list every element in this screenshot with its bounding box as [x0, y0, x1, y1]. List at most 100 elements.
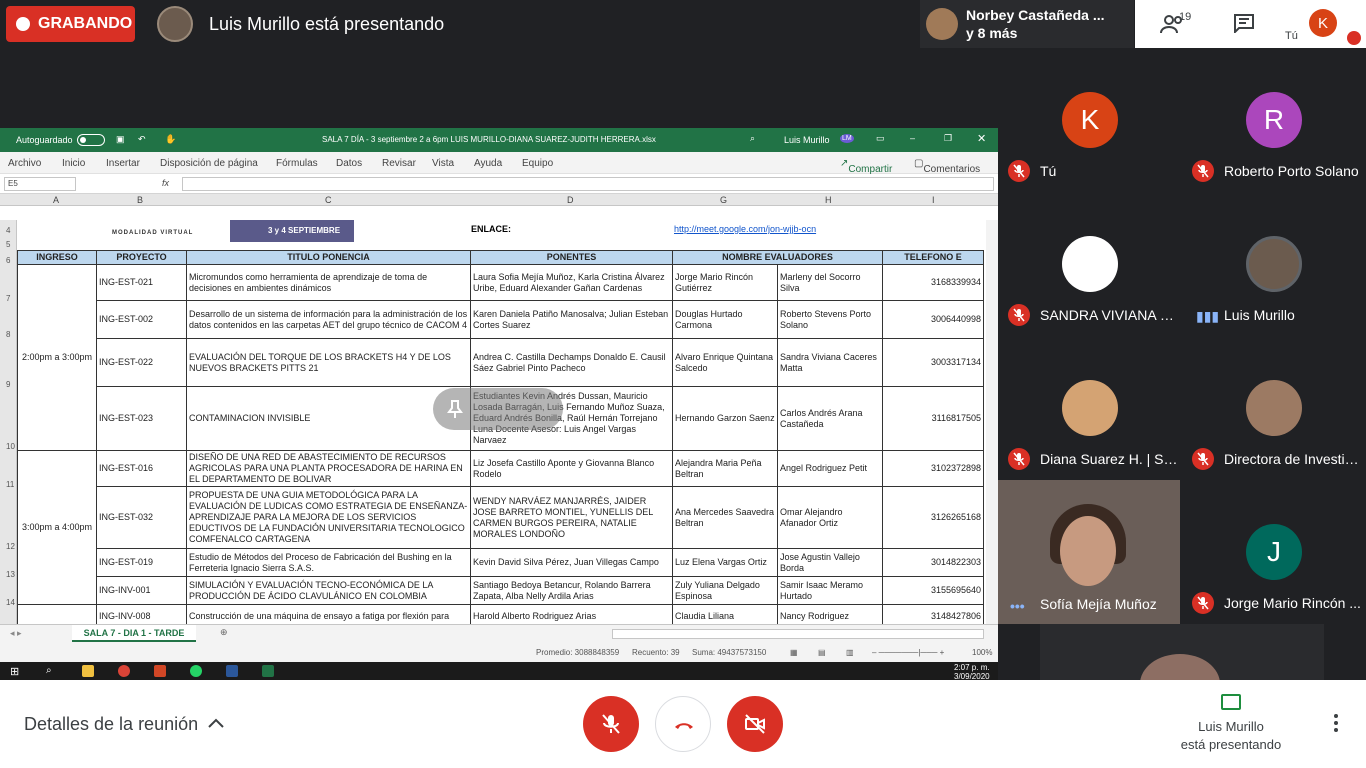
search-icon[interactable]: ⌕ [750, 133, 755, 144]
participant-avatar [1062, 380, 1118, 436]
participant-count: 19 [1179, 11, 1192, 23]
file-explorer-icon[interactable] [82, 665, 94, 677]
maximize-icon[interactable]: ❐ [944, 133, 952, 144]
table-row[interactable]: ING-INV-001 SIMULACIÓN Y EVALUACIÓN TECN… [18, 576, 984, 605]
row-number: 13 [6, 570, 15, 579]
word-icon[interactable] [226, 665, 238, 677]
menu-revisar[interactable]: Revisar [382, 158, 416, 169]
row-number: 10 [6, 442, 15, 451]
table-row[interactable]: ING-INV-008 Construcción de una máquina … [17, 604, 984, 624]
touch-icon[interactable]: ✋ [165, 134, 176, 145]
search-icon[interactable]: ⌕ [46, 665, 58, 677]
participant-tile[interactable]: J Jorge Mario Rincón ... [1182, 480, 1366, 624]
leave-call-button[interactable] [655, 696, 711, 752]
menu-equipo[interactable]: Equipo [522, 158, 553, 169]
add-sheet-icon[interactable]: ⊕ [220, 627, 228, 638]
table-row[interactable]: 2:00pm a 3:00pm ING-EST-021 Micromundos … [17, 264, 984, 451]
other-participants-strip[interactable]: Norbey Castañeda ... y 8 más [920, 0, 1134, 48]
camera-toggle-button[interactable] [727, 696, 783, 752]
excel-icon[interactable] [262, 665, 274, 677]
menu-formulas[interactable]: Fórmulas [276, 158, 318, 169]
col-h[interactable]: H [825, 195, 832, 205]
menu-disposicion[interactable]: Disposición de página [160, 158, 258, 169]
participant-tile[interactable]: Directora de Investig... [1182, 336, 1366, 480]
powerpoint-icon[interactable] [154, 665, 166, 677]
horizontal-scrollbar[interactable] [612, 629, 984, 639]
menu-datos[interactable]: Datos [336, 158, 362, 169]
pin-overlay-button[interactable] [433, 388, 563, 430]
table-header-row: INGRESO PROYECTO TITULO PONENCIA PONENTE… [17, 250, 984, 265]
participant-video-tile[interactable] [1040, 624, 1324, 680]
undo-icon[interactable]: ↶ [138, 134, 146, 145]
menu-vista[interactable]: Vista [432, 158, 454, 169]
whatsapp-icon[interactable] [190, 665, 202, 677]
meet-link[interactable]: http://meet.google.com/jon-wjjb-ocn [674, 224, 816, 234]
formula-input[interactable] [182, 177, 994, 191]
muted-mic-icon [1008, 304, 1030, 326]
page-layout-icon[interactable]: ▤ [818, 648, 826, 657]
table-row[interactable]: ING-EST-032 PROPUESTA DE UNA GUIA METODO… [18, 486, 984, 549]
meeting-details-button[interactable]: Detalles de la reunión [24, 714, 198, 735]
participant-tile[interactable]: K Tú [998, 48, 1182, 192]
col-d[interactable]: D [567, 195, 574, 205]
windows-start-icon[interactable]: ⊞ [10, 665, 22, 678]
menu-inicio[interactable]: Inicio [62, 158, 85, 169]
menu-insertar[interactable]: Insertar [106, 158, 140, 169]
menu-ayuda[interactable]: Ayuda [474, 158, 502, 169]
sheet-tab[interactable]: SALA 7 - DIA 1 - TARDE [72, 625, 196, 642]
formula-bar: E5 fx [0, 174, 998, 194]
participant-tile[interactable]: R Roberto Porto Solano [1182, 48, 1366, 192]
user-name: Luis Murillo [784, 135, 830, 145]
presenter-avatar [157, 6, 193, 42]
participant-video-tile[interactable]: ••• Sofía Mejía Muñoz [998, 480, 1180, 624]
excel-menu: Archivo Inicio Insertar Disposición de p… [0, 152, 998, 175]
close-icon[interactable]: ✕ [977, 132, 986, 145]
autosave-toggle[interactable] [77, 134, 105, 146]
proyecto-cell: ING-EST-021 [96, 264, 187, 301]
participant-tile[interactable]: Diana Suarez H. | Se... [998, 336, 1182, 480]
participant-tile[interactable]: ▮▮▮ Luis Murillo [1182, 192, 1366, 336]
ponentes-cell: Liz Josefa Castillo Aponte y Giovanna Bl… [470, 450, 673, 487]
col-i[interactable]: I [932, 195, 935, 205]
col-b[interactable]: B [137, 195, 143, 205]
table-row[interactable]: 3:00pm a 4:00pm ING-EST-016 DISEÑO DE UN… [17, 450, 984, 605]
header-ingreso: INGRESO [17, 250, 97, 265]
page-break-icon[interactable]: ▥ [846, 648, 854, 657]
share-button[interactable]: ↗ Compartir [840, 158, 892, 175]
normal-view-icon[interactable]: ▦ [790, 648, 798, 657]
meet-top-bar: GRABANDO Luis Murillo está presentando N… [0, 0, 1366, 48]
video-face [1060, 516, 1116, 586]
save-icon[interactable]: ▣ [116, 134, 125, 145]
col-a[interactable]: A [53, 195, 59, 205]
ribbon-options-icon[interactable]: ▭ [876, 133, 885, 144]
prev-sheet-icon[interactable]: ◂ ▸ [10, 628, 22, 639]
taskbar-clock[interactable]: 2:07 p. m. 3/09/2020 [954, 663, 990, 680]
minimize-icon[interactable]: – [910, 133, 915, 143]
column-headers: A B C D G H I [0, 194, 998, 206]
col-c[interactable]: C [325, 195, 332, 205]
vertical-scrollbar[interactable] [986, 220, 998, 624]
table-row[interactable]: ING-EST-002 Desarrollo de un sistema de … [18, 300, 984, 339]
table-row[interactable]: ING-EST-019 Estudio de Métodos del Proce… [18, 548, 984, 577]
present-screen-icon[interactable] [1221, 694, 1241, 710]
participant-tile[interactable]: SANDRA VIVIANA C... [998, 192, 1182, 336]
mic-toggle-button[interactable] [583, 696, 639, 752]
menu-archivo[interactable]: Archivo [8, 158, 41, 169]
clock-date: 3/09/2020 [954, 672, 990, 680]
zoom-slider[interactable]: – ───────|─── + [872, 648, 944, 657]
header-proyecto: PROYECTO [96, 250, 187, 265]
name-box[interactable]: E5 [4, 177, 76, 191]
table-row[interactable]: ING-EST-022 EVALUACIÓN DEL TORQUE DE LOS… [18, 338, 984, 387]
telefono-cell: 3148427806 [882, 604, 984, 624]
participant-avatar [1246, 236, 1302, 292]
col-g[interactable]: G [720, 195, 727, 205]
more-options-icon[interactable] [1334, 714, 1338, 735]
chevron-up-icon[interactable] [206, 716, 226, 730]
self-avatar[interactable]: K [1309, 9, 1337, 37]
user-avatar[interactable]: LM [840, 134, 854, 143]
chrome-icon[interactable] [118, 665, 130, 677]
row-headers [0, 220, 17, 624]
chat-icon[interactable] [1233, 13, 1255, 33]
presenting-status[interactable]: Luis Murillo está presentando [1172, 718, 1290, 754]
comments-button[interactable]: ▢ Comentarios [914, 158, 980, 175]
